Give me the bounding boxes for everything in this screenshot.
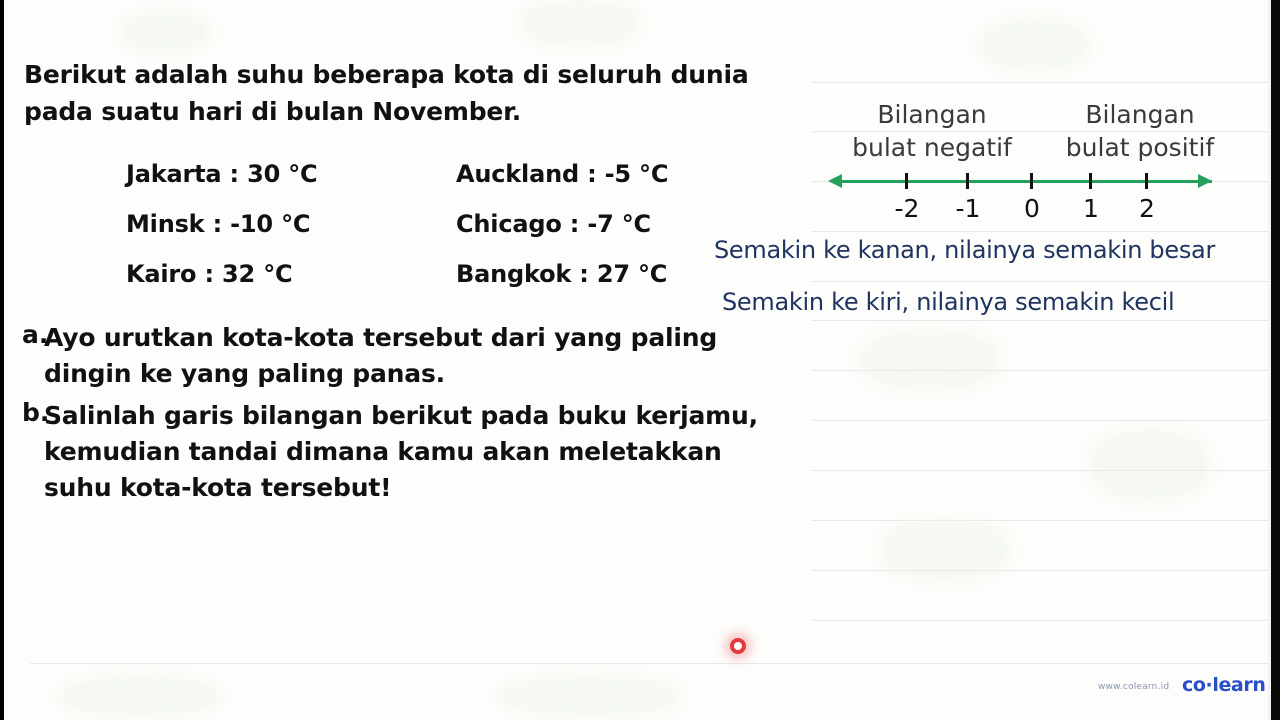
- watermark-url: www.colearn.id: [1098, 682, 1170, 692]
- question-b-line-2: kemudian tandai dimana kamu akan meletak…: [44, 437, 722, 466]
- number-line-label: 1: [1083, 194, 1099, 223]
- cursor-indicator: [730, 638, 746, 654]
- question-a-line-2: dingin ke yang paling panas.: [44, 359, 445, 388]
- number-line-axis: [840, 180, 1212, 183]
- question-a-line-1: Ayo urutkan kota-kota tersebut dari yang…: [44, 323, 718, 352]
- question-b-line-3: suhu kota-kota tersebut!: [44, 473, 392, 502]
- intro-line-1: Berikut adalah suhu beberapa kota di sel…: [24, 60, 749, 89]
- table-row: Kairo : 32 °C Bangkok : 27 °C: [126, 260, 746, 310]
- question-text-b: Salinlah garis bilangan berikut pada buk…: [44, 398, 758, 506]
- city-temp-jakarta: Jakarta : 30 °C: [126, 160, 318, 188]
- scan-edge-right: [1271, 0, 1280, 720]
- heading-negative-line-1: Bilangan: [877, 100, 987, 129]
- heading-positive: Bilangan bulat positif: [1036, 98, 1244, 164]
- question-item-a: a. Ayo urutkan kota-kota tersebut dari y…: [0, 320, 800, 392]
- heading-negative: Bilangan bulat negatif: [828, 98, 1036, 164]
- number-line-label: -2: [894, 194, 920, 223]
- note-left-smaller: Semakin ke kiri, nilainya semakin kecil: [722, 288, 1175, 316]
- number-line-label: 2: [1139, 194, 1155, 223]
- reference-number-line: -2 -1 0 1 2: [812, 156, 1267, 226]
- answer-number-line: -10 0 10 30: [0, 540, 812, 670]
- reference-panel: Bilangan bulat negatif Bilangan bulat po…: [714, 0, 1280, 720]
- arrow-right-icon: [1198, 174, 1212, 188]
- intro-paragraph: Berikut adalah suhu beberapa kota di sel…: [24, 56, 794, 130]
- table-row: Minsk : -10 °C Chicago : -7 °C: [126, 210, 746, 260]
- table-row: Jakarta : 30 °C Auckland : -5 °C: [126, 160, 746, 210]
- number-line-tick: [1030, 173, 1033, 189]
- worksheet-page: Berikut adalah suhu beberapa kota di sel…: [0, 0, 1280, 720]
- number-type-headings: Bilangan bulat negatif Bilangan bulat po…: [812, 98, 1267, 164]
- number-line-label: 0: [1024, 194, 1040, 223]
- city-temperature-table: Jakarta : 30 °C Auckland : -5 °C Minsk :…: [126, 160, 746, 310]
- number-line-tick: [1145, 173, 1148, 189]
- watermark-logo: co·learn: [1182, 674, 1266, 696]
- city-temp-bangkok: Bangkok : 27 °C: [456, 260, 668, 288]
- city-temp-kairo: Kairo : 32 °C: [126, 260, 293, 288]
- worksheet-left-column: Berikut adalah suhu beberapa kota di sel…: [0, 0, 812, 720]
- question-marker-b: b.: [22, 398, 50, 427]
- number-line-tick: [905, 173, 908, 189]
- question-item-b: b. Salinlah garis bilangan berikut pada …: [0, 398, 800, 506]
- scan-edge-left: [0, 0, 4, 720]
- question-b-line-1: Salinlah garis bilangan berikut pada buk…: [44, 401, 758, 430]
- note-right-larger: Semakin ke kanan, nilainya semakin besar: [714, 236, 1216, 264]
- intro-line-2: pada suatu hari di bulan November.: [24, 97, 522, 126]
- question-marker-a: a.: [22, 320, 49, 349]
- city-temp-chicago: Chicago : -7 °C: [456, 210, 651, 238]
- number-line-tick: [1089, 173, 1092, 189]
- question-text-a: Ayo urutkan kota-kota tersebut dari yang…: [44, 320, 717, 392]
- number-line-tick: [966, 173, 969, 189]
- city-temp-auckland: Auckland : -5 °C: [456, 160, 669, 188]
- heading-positive-line-1: Bilangan: [1085, 100, 1195, 129]
- number-line-label: -1: [955, 194, 981, 223]
- city-temp-minsk: Minsk : -10 °C: [126, 210, 311, 238]
